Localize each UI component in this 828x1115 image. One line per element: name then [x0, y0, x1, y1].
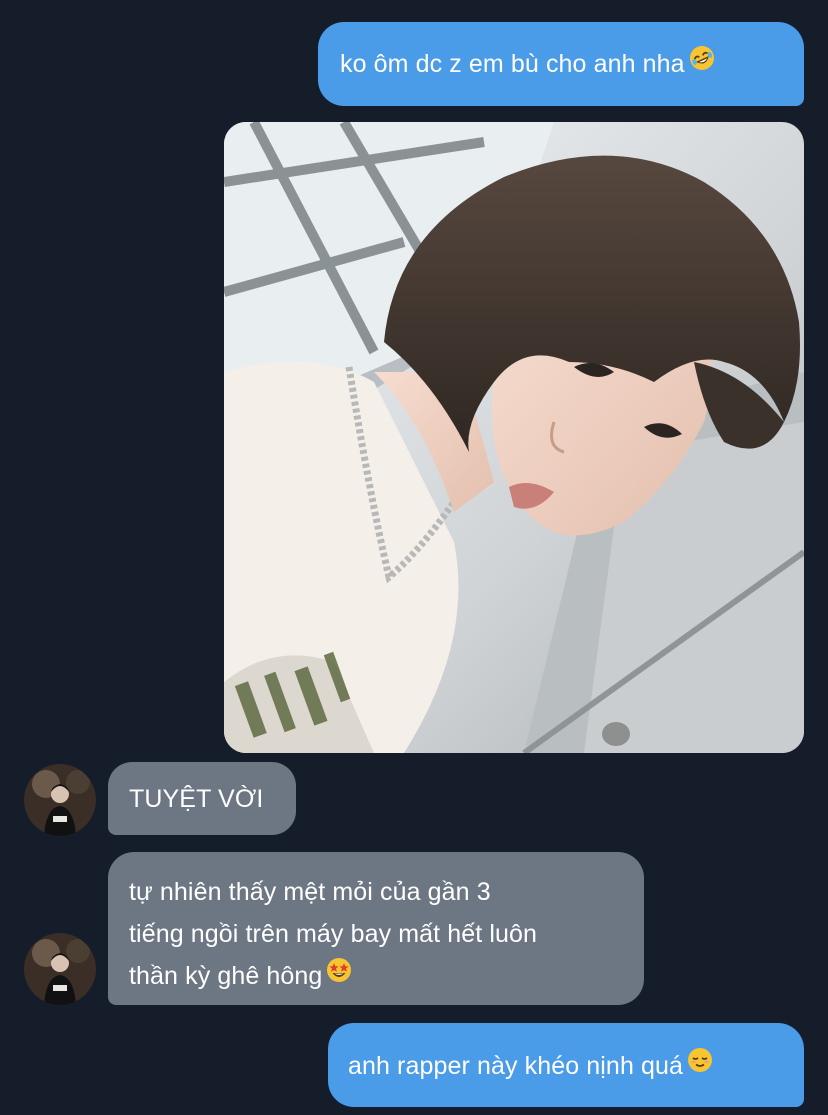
- rolling-on-floor-laughing-icon: [689, 42, 715, 84]
- message-text: anh rapper này khéo nịnh quá: [348, 1052, 684, 1080]
- message-text: ko ôm dc z em bù cho anh nha: [340, 50, 685, 78]
- contact-avatar[interactable]: [24, 933, 96, 1005]
- message-text: TUYỆT VỜI: [129, 785, 264, 813]
- message-text: thần kỳ ghê hông: [129, 962, 323, 990]
- shared-photo[interactable]: [224, 122, 804, 753]
- outgoing-message-bubble[interactable]: ko ôm dc z em bù cho anh nha: [318, 22, 804, 106]
- message-text-line-with-emoji: thần kỳ ghê hông: [129, 955, 624, 997]
- incoming-message-bubble[interactable]: TUYỆT VỜI: [108, 762, 296, 835]
- star-struck-icon: [326, 954, 352, 996]
- message-text-line: tiếng ngồi trên máy bay mất hết luôn: [129, 920, 538, 948]
- incoming-message-bubble[interactable]: tự nhiên thấy mệt mỏi của gần 3 tiếng ng…: [108, 852, 644, 1005]
- outgoing-message-bubble[interactable]: anh rapper này khéo nịnh quá: [328, 1023, 804, 1107]
- contact-avatar[interactable]: [24, 764, 96, 836]
- relieved-face-icon: [687, 1044, 713, 1086]
- message-text-line: tự nhiên thấy mệt mỏi của gần 3: [129, 878, 491, 906]
